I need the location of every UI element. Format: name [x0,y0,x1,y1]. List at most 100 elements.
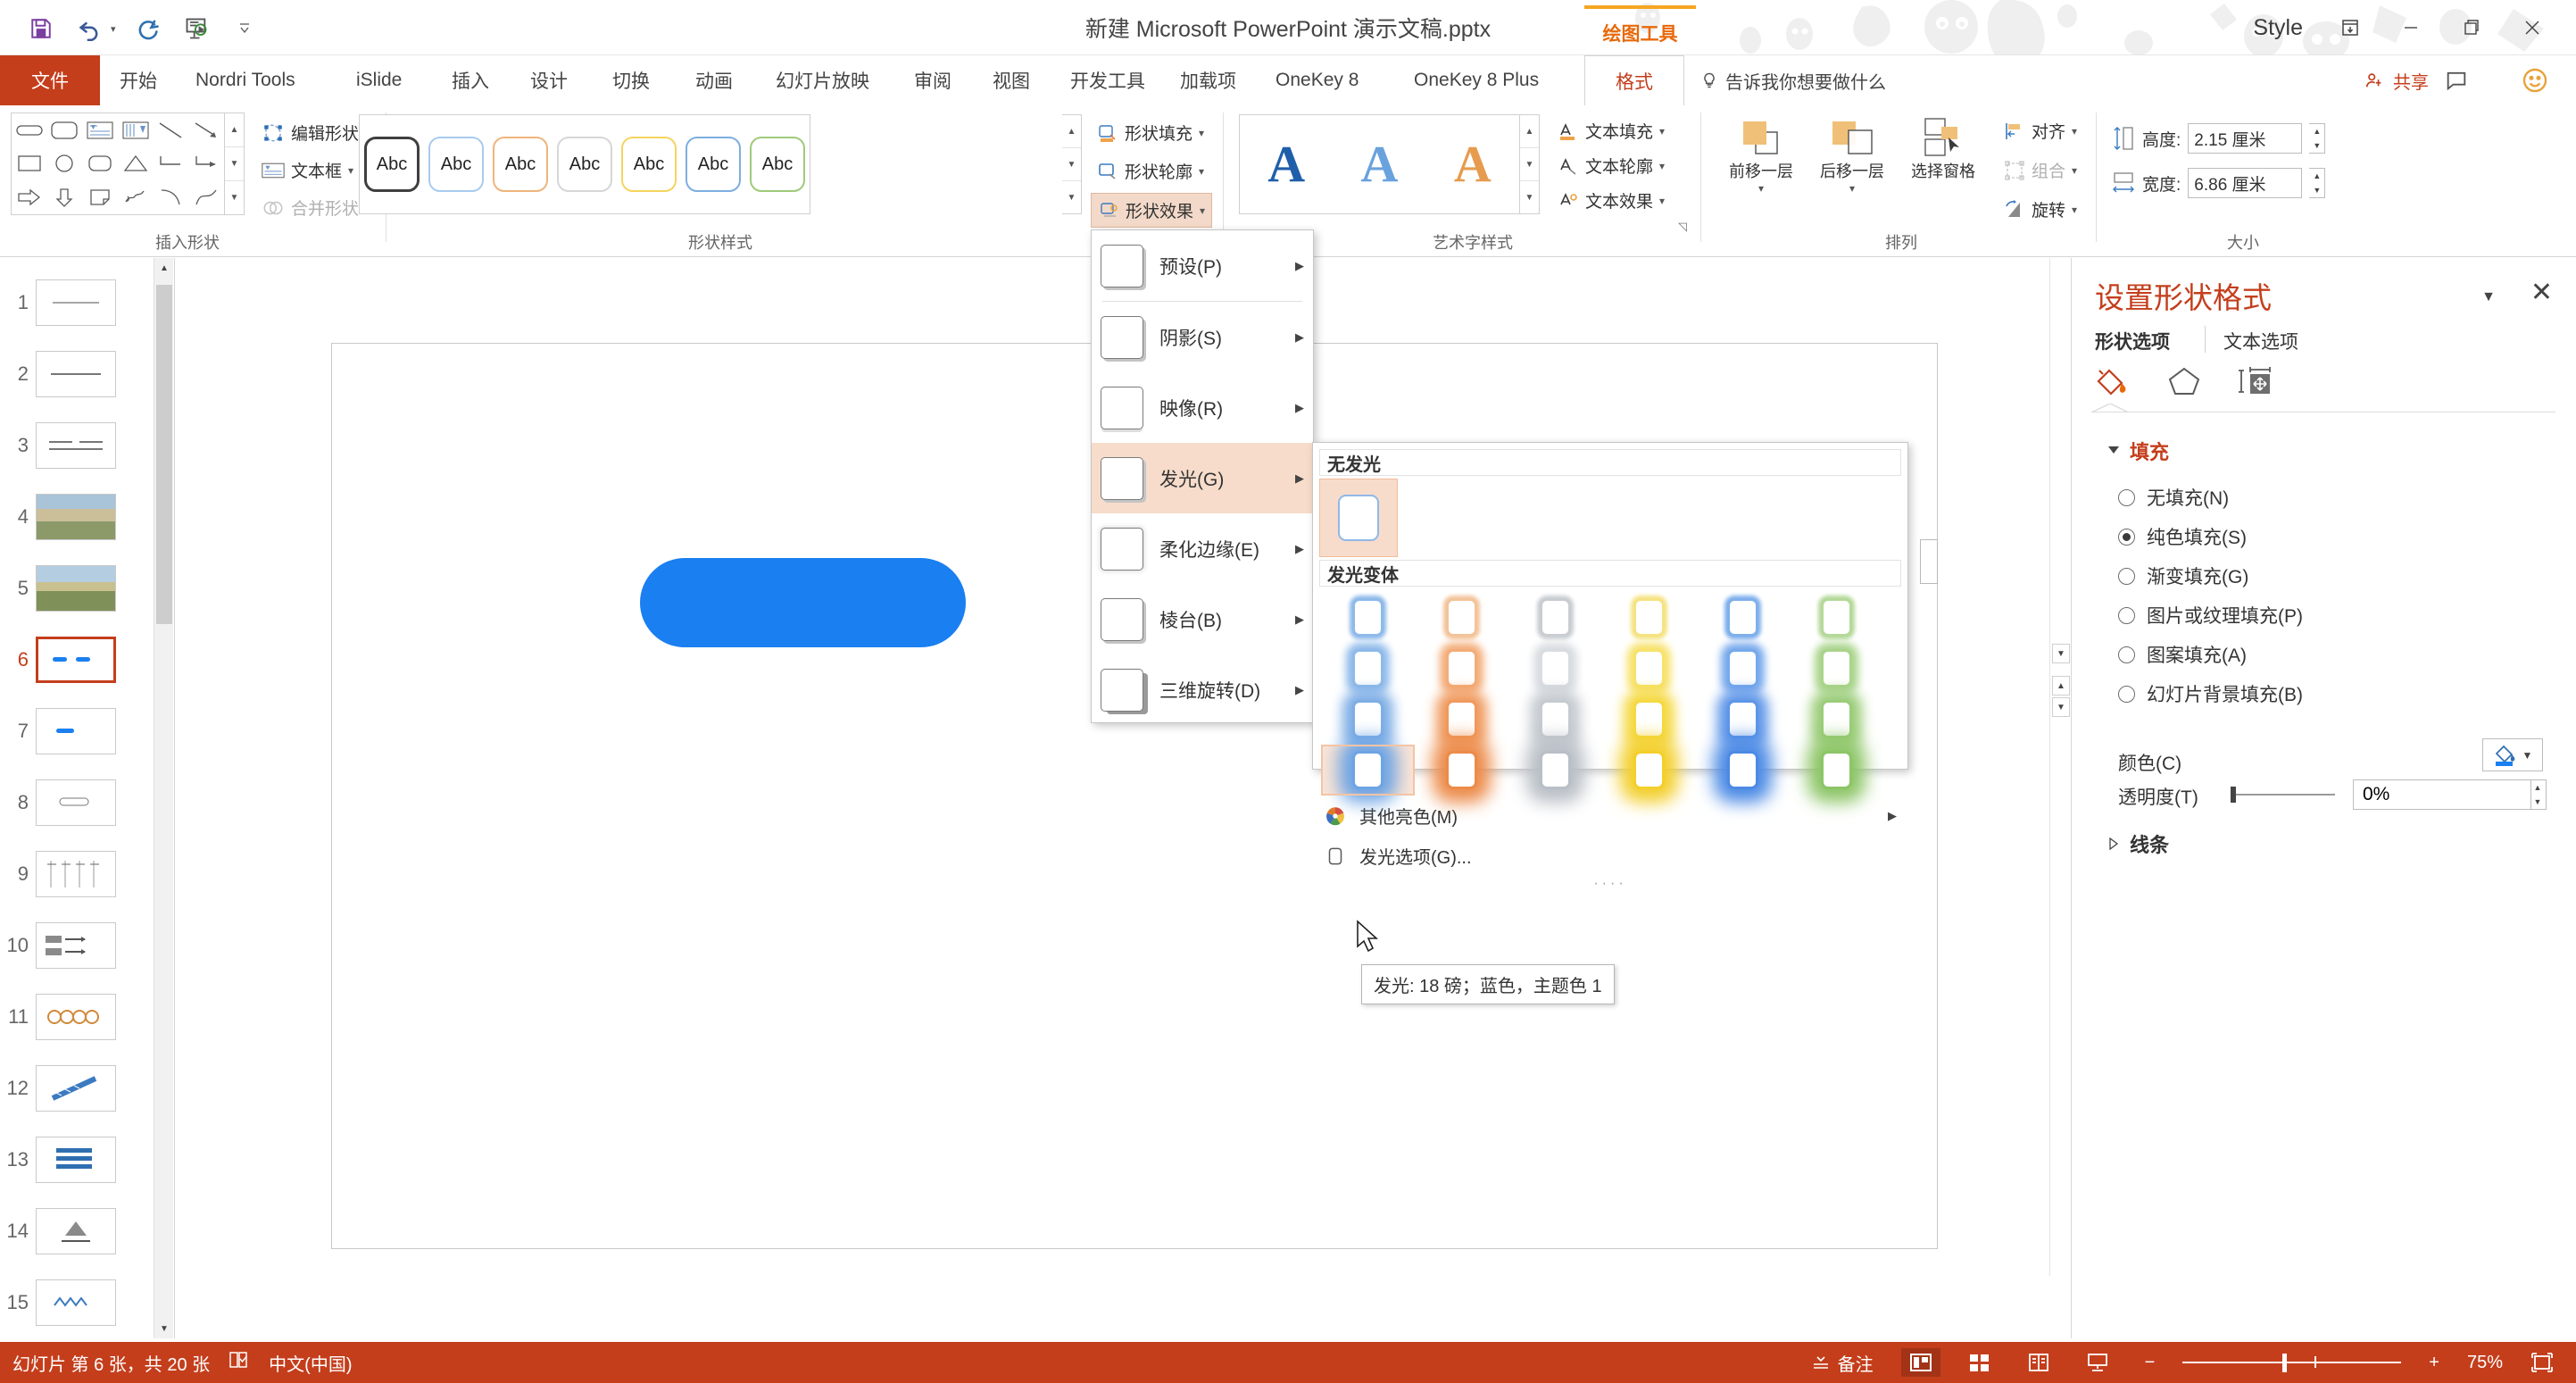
wordart-dialog-launcher[interactable]: ◹ [1678,220,1687,234]
wordart-sample-3[interactable]: A [1454,138,1492,190]
glow-variant-r1-c3[interactable] [1508,592,1602,643]
customize-qat-icon[interactable] [229,12,261,45]
no-glow-option[interactable] [1319,479,1398,557]
chevron-down-icon[interactable]: ▾ [1199,127,1204,139]
shape-outline-button[interactable]: 形状轮廓 ▾ [1091,154,1212,187]
shape-vertical-textbox[interactable] [118,113,154,147]
fill-and-line-icon[interactable] [2093,363,2132,404]
tab-onekey8plus[interactable]: OneKey 8 Plus [1401,55,1551,105]
fill-option-picture-texture[interactable]: 图片或纹理填充(P) [2118,602,2303,629]
thumbnail-slide-8[interactable]: 8 [0,767,170,838]
thumbnail-slide-2[interactable]: 2 [0,338,170,410]
glow-variant-r1-c5[interactable] [1696,592,1790,643]
restore-icon[interactable] [2446,7,2497,48]
shape-styles-gallery[interactable]: Abc Abc Abc Abc Abc Abc Abc [359,114,810,214]
tell-me-box[interactable]: 告诉我你想要做什么 [1700,55,1886,105]
shape-effects-button[interactable]: 形状效果 ▾ [1091,193,1212,228]
thumbnail-image[interactable] [36,494,116,540]
thumbnail-image[interactable] [36,779,116,826]
align-button[interactable]: 对齐 ▾ [1999,116,2082,146]
chevron-down-icon[interactable]: ▾ [2072,125,2077,137]
reading-view-button[interactable] [2019,1348,2058,1377]
glow-variant-r1-c2[interactable] [1415,592,1508,643]
spellcheck-icon[interactable] [228,1349,251,1376]
shape-style-swatch-2[interactable]: Abc [428,137,484,192]
transparency-slider-track[interactable] [2232,794,2335,796]
chevron-down-icon[interactable]: ▾ [1659,195,1665,207]
glow-variant-r2-c4[interactable] [1602,643,1696,694]
thumbnail-image[interactable] [36,422,116,469]
shape-style-swatch-5[interactable]: Abc [621,137,677,192]
tab-developer[interactable]: 开发工具 [1058,55,1158,105]
panel-close-icon[interactable]: ✕ [2530,279,2553,306]
fill-option-solid[interactable]: 纯色填充(S) [2118,523,2247,550]
notes-button[interactable]: 备注 [1803,1346,1882,1379]
chevron-down-icon[interactable]: ▾ [1659,160,1665,172]
thumbnail-slide-14[interactable]: 14 [0,1196,170,1267]
comments-icon[interactable] [2444,68,2469,97]
glow-submenu[interactable]: 无发光 发光变体 其他亮色(M) ▶ 发光选项(G)... ···· [1312,442,1908,770]
fill-option-slide-background[interactable]: 幻灯片背景填充(B) [2118,680,2303,707]
radio-button[interactable] [2118,686,2135,703]
thumbnail-image[interactable] [36,1279,116,1326]
radio-button[interactable] [2118,568,2135,585]
glow-variant-r4-c4[interactable] [1602,745,1696,796]
line-section-header[interactable]: 线条 [2107,829,2169,858]
glow-variant-r4-c1[interactable] [1321,745,1415,796]
wordart-scroll-up[interactable]: ▲ [1520,115,1539,148]
thumbnail-image[interactable] [36,1065,116,1112]
glow-variants-grid[interactable] [1321,592,1892,796]
shape-arc[interactable] [154,180,189,214]
radio-button[interactable] [2118,646,2135,663]
thumbnail-image[interactable] [36,637,116,683]
transparency-step-down[interactable]: ▼ [2530,795,2546,809]
chevron-down-icon[interactable]: ▾ [2072,204,2077,216]
glow-variant-r2-c1[interactable] [1321,643,1415,694]
shape-oval[interactable] [47,147,83,181]
wordart-styles-scrollbar[interactable]: ▲ ▼ ▼ [1520,114,1540,214]
shape-style-swatch-7[interactable]: Abc [750,137,805,192]
minimize-icon[interactable] [2385,7,2437,48]
thumbnail-image[interactable] [36,922,116,969]
transparency-step-up[interactable]: ▲ [2530,780,2546,795]
tab-design[interactable]: 设计 [518,55,580,105]
shape-rounded-rectangle[interactable] [82,147,118,181]
tab-file[interactable]: 文件 [0,55,100,105]
slide-sorter-button[interactable] [1960,1348,1999,1377]
radio-button[interactable] [2118,607,2135,624]
panel-tab-shape-options[interactable]: 形状选项 [2095,328,2170,357]
save-icon[interactable] [25,12,57,45]
fill-color-picker[interactable]: ▼ [2482,738,2543,771]
thumbnail-image[interactable] [36,851,116,897]
close-icon[interactable] [2506,7,2558,48]
tab-islide[interactable]: iSlide [344,55,414,105]
wordart-more[interactable]: ▼ [1520,181,1539,213]
shape-fill-button[interactable]: 形状填充 ▾ [1091,116,1212,149]
thumbnail-slide-1[interactable]: 1 [0,267,170,338]
canvas-vertical-scrollbar[interactable]: ▼ ▲ ▼ [2049,258,2071,1276]
send-backward-button[interactable]: 后移一层 ▾ [1809,116,1895,195]
text-box-button[interactable]: 文本框 ▾ [257,155,358,185]
menu-item-preset[interactable]: 预设(P) ▶ [1092,230,1313,301]
glow-variant-r4-c6[interactable] [1790,745,1883,796]
height-stepper[interactable]: ▲▼ [2309,123,2325,154]
glow-variant-r3-c2[interactable] [1415,694,1508,745]
bring-forward-button[interactable]: 前移一层 ▾ [1718,116,1804,195]
thumbnail-slide-7[interactable]: 7 [0,696,170,767]
blue-rounded-shape-left[interactable] [640,558,966,647]
tab-home[interactable]: 开始 [107,55,170,105]
chevron-down-icon[interactable]: ▾ [1849,182,1855,195]
glow-variant-r1-c1[interactable] [1321,592,1415,643]
slideshow-button[interactable] [2078,1348,2117,1377]
text-effects-button[interactable]: 文本效果 ▾ [1553,186,1669,215]
tab-review[interactable]: 审阅 [902,55,964,105]
canvas-right-handle[interactable] [1920,539,1938,584]
panel-options-dropdown-icon[interactable]: ▼ [2481,289,2496,305]
thumbnail-slide-12[interactable]: 12 [0,1053,170,1124]
width-stepper[interactable]: ▲▼ [2309,168,2325,198]
glow-variant-r3-c6[interactable] [1790,694,1883,745]
shape-freeform-scribble[interactable] [118,180,154,214]
canvas-next-slide[interactable]: ▼ [2052,697,2070,717]
zoom-slider-track[interactable] [2182,1362,2401,1363]
undo-dropdown-icon[interactable]: ▾ [111,23,116,35]
